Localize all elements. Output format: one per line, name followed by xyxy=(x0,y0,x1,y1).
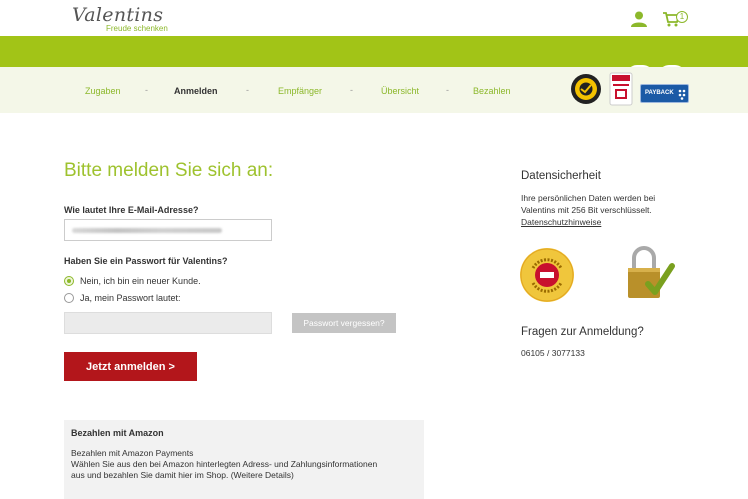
header-green-bar xyxy=(0,36,748,75)
radio-new-customer-label: Nein, ich bin ein neuer Kunde. xyxy=(80,276,201,286)
radio-new-customer-row[interactable]: Nein, ich bin ein neuer Kunde. xyxy=(64,275,201,287)
padlock-check-icon xyxy=(628,246,675,298)
data-security-heading: Datensicherheit xyxy=(521,170,601,182)
email-value-blurred xyxy=(72,228,222,233)
amazon-pay-box: Bezahlen mit Amazon Bezahlen mit Amazon … xyxy=(64,420,424,499)
cart-count-badge: 1 xyxy=(676,11,688,23)
logo-wordmark: Valentins xyxy=(72,4,164,26)
amazon-pay-title: Bezahlen mit Amazon xyxy=(71,428,164,438)
step-anmelden: Anmelden xyxy=(174,86,218,96)
privacy-link[interactable]: Datenschutzhinweise xyxy=(521,217,601,227)
payback-badge[interactable]: PAYBACK xyxy=(640,84,689,103)
radio-new-customer[interactable] xyxy=(64,276,74,286)
amazon-pay-details-link[interactable]: aus und bezahlen Sie damit hier im Shop.… xyxy=(71,470,294,480)
step-separator: - xyxy=(446,85,449,95)
step-bezahlen: Bezahlen xyxy=(473,86,511,96)
radio-has-password-label: Ja, mein Passwort lautet: xyxy=(80,293,181,303)
questions-heading: Fragen zur Anmeldung? xyxy=(521,326,644,338)
test-award-seal-icon[interactable] xyxy=(609,72,633,106)
logo-tagline: Freude schenken xyxy=(106,24,168,33)
step-uebersicht: Übersicht xyxy=(381,86,420,96)
user-icon[interactable] xyxy=(630,10,648,28)
payback-dots-icon xyxy=(678,89,686,100)
step-separator: - xyxy=(145,85,148,95)
page-title: Bitte melden Sie sich an: xyxy=(64,160,274,181)
login-submit-button[interactable]: Jetzt anmelden > xyxy=(64,352,197,381)
step-empfaenger: Empfänger xyxy=(278,86,323,96)
forgot-password-button[interactable]: Passwort vergessen? xyxy=(292,313,396,333)
step-zugaben[interactable]: Zugaben xyxy=(85,86,121,96)
step-separator: - xyxy=(350,85,353,95)
radio-has-password-row[interactable]: Ja, mein Passwort lautet: xyxy=(64,292,181,304)
password-input[interactable] xyxy=(64,312,272,334)
site-header: Valentins Freude schenken 1 xyxy=(0,0,748,36)
support-phone[interactable]: 06105 / 3077133 xyxy=(521,348,585,358)
radio-has-password[interactable] xyxy=(64,293,74,303)
amazon-pay-line: Wählen Sie aus den bei Amazon hinterlegt… xyxy=(71,459,378,469)
payback-text: PAYBACK xyxy=(645,90,674,96)
amazon-pay-line: Bezahlen mit Amazon Payments xyxy=(71,448,194,458)
email-label: Wie lautet Ihre E-Mail-Adresse? xyxy=(64,205,199,215)
password-question-label: Haben Sie ein Passwort für Valentins? xyxy=(64,256,228,266)
data-security-text: Valentins mit 256 Bit verschlüsselt. xyxy=(521,205,652,215)
data-security-text: Ihre persönlichen Daten werden bei xyxy=(521,193,656,203)
ehi-seal-icon[interactable] xyxy=(517,246,577,304)
step-separator: - xyxy=(246,85,249,95)
trusted-shops-seal-icon[interactable] xyxy=(570,73,602,105)
valentins-logo[interactable]: Valentins Freude schenken xyxy=(72,4,168,33)
